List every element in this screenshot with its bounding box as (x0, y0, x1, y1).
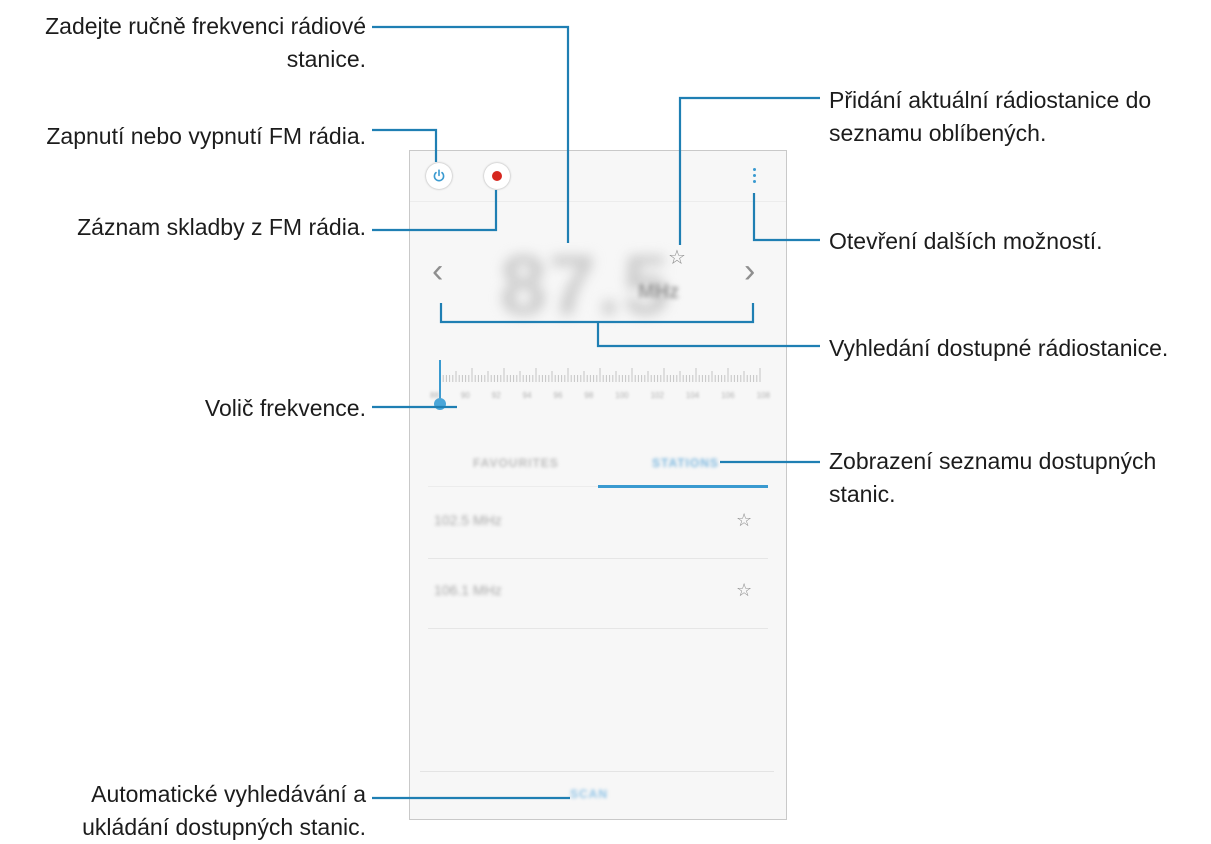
tick-label: 88 (430, 391, 439, 400)
tick-label: 94 (522, 391, 532, 400)
frequency-unit: MHz (638, 281, 680, 303)
callout-manual-frequency: Zadejte ručně frekvenci rádiové stanice. (45, 10, 366, 76)
add-favorite-star-icon[interactable]: ☆ (668, 245, 686, 270)
frequency-tuner[interactable] (430, 356, 770, 416)
tick-label: 98 (584, 391, 594, 400)
callout-tuner: Volič frekvence. (205, 392, 366, 425)
tick-label: 102 (650, 391, 664, 400)
previous-station-chevron-left-icon[interactable]: ‹ (432, 251, 443, 291)
callout-line-2: ukládání dostupných stanic. (82, 814, 366, 840)
more-vertical-icon (748, 168, 760, 183)
callout-line-1: Zapnutí nebo vypnutí FM rádia. (46, 123, 366, 149)
tab-bar: FAVOURITES STATIONS (428, 448, 768, 488)
tick-label: 96 (553, 391, 563, 400)
callout-line-1: Záznam skladby z FM rádia. (77, 214, 366, 240)
station-list-item[interactable]: 102.5 MHz ☆ (428, 488, 768, 559)
power-icon (433, 169, 445, 182)
callout-line-1: Volič frekvence. (204, 395, 366, 421)
tuner-tick-labels: 88 90 92 94 96 98 100 102 104 106 108 (430, 391, 770, 400)
tick-label: 104 (685, 391, 700, 400)
more-options-button[interactable] (748, 165, 760, 189)
tick-label: 92 (491, 391, 501, 400)
callout-line-1: Přidání aktuální rádiostanice do (829, 87, 1152, 113)
tab-stations[interactable]: STATIONS (652, 456, 719, 470)
callout-line-1: Zobrazení seznamu dostupných (829, 448, 1157, 474)
record-button[interactable] (484, 163, 510, 189)
bottom-divider (420, 771, 774, 772)
tick-label: 90 (460, 391, 470, 400)
callout-add-favorite: Přidání aktuální rádiostanice do seznamu… (829, 84, 1151, 150)
tick-label: 108 (756, 391, 770, 400)
callout-line-1: Zadejte ručně frekvenci rádiové (45, 13, 366, 39)
fm-radio-screen: 87.5 MHz ☆ ‹ › 88 90 92 94 96 98 100 102… (409, 150, 787, 820)
station-frequency: 102.5 MHz (434, 512, 502, 528)
callout-line-2: stanice. (286, 46, 366, 72)
callout-station-list: Zobrazení seznamu dostupných stanic. (829, 445, 1156, 511)
tick-label: 106 (721, 391, 735, 400)
callout-line-1: Automatické vyhledávání a (91, 781, 366, 807)
power-button[interactable] (426, 163, 452, 189)
callout-line-2: stanic. (829, 481, 896, 507)
station-list-item[interactable]: 106.1 MHz ☆ (428, 558, 768, 629)
app-bar (410, 151, 786, 202)
callout-line-1: Otevření dalších možností. (829, 228, 1103, 254)
tick-label: 100 (615, 391, 629, 400)
station-frequency: 106.1 MHz (434, 582, 502, 598)
callout-more-options: Otevření dalších možností. (829, 225, 1103, 258)
next-station-chevron-right-icon[interactable]: › (744, 251, 755, 291)
callout-record: Záznam skladby z FM rádia. (77, 211, 366, 244)
callout-line-1: Vyhledání dostupné rádiostanice. (829, 335, 1169, 361)
star-outline-icon[interactable]: ☆ (736, 580, 752, 601)
star-outline-icon[interactable]: ☆ (736, 510, 752, 531)
callout-search: Vyhledání dostupné rádiostanice. (829, 332, 1168, 365)
callout-line-2: seznamu oblíbených. (829, 120, 1047, 146)
scan-button[interactable]: SCAN (570, 787, 608, 801)
tab-favourites[interactable]: FAVOURITES (473, 456, 559, 470)
callout-power: Zapnutí nebo vypnutí FM rádia. (46, 120, 366, 153)
callout-auto-scan: Automatické vyhledávání a ukládání dostu… (82, 778, 366, 844)
record-icon (492, 171, 502, 181)
